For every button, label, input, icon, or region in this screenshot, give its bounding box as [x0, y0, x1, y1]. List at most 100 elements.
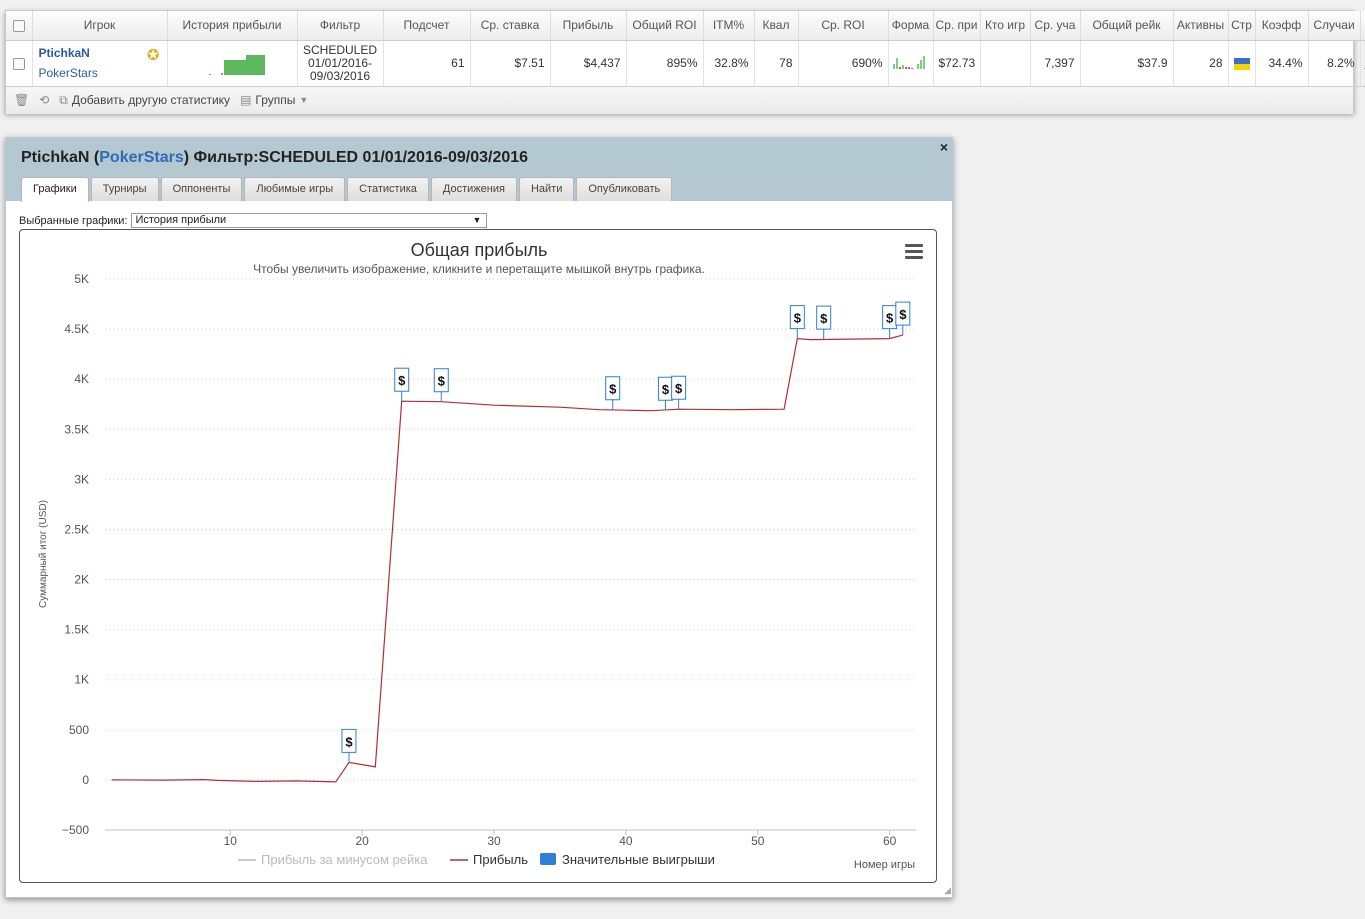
col-header-avg-stake[interactable]: Ср. ставка	[470, 11, 551, 41]
legend-item-big-wins[interactable]: Значительные выигрыши	[540, 852, 715, 867]
tab-opponents[interactable]: Оппоненты	[160, 177, 243, 201]
col-header-who-plays[interactable]: Кто игр	[980, 11, 1031, 41]
avg-entrants-value: 7,397	[1030, 40, 1081, 87]
y-tick-label: −500	[62, 823, 89, 837]
big-win-flag-label: $	[794, 311, 802, 326]
x-tick-label: 10	[224, 834, 238, 848]
big-win-flag-label: $	[886, 311, 894, 326]
y-tick-label: 1.5K	[64, 623, 89, 637]
y-axis-label: Суммарный итог (USD)	[38, 500, 49, 608]
tab-publish[interactable]: Опубликовать	[576, 177, 673, 201]
trash-icon[interactable]: 🗑	[14, 93, 29, 107]
remove-row-link[interactable]: x	[1360, 40, 1365, 87]
country-cell	[1228, 40, 1256, 87]
player-name-link[interactable]: PtichkaN	[39, 46, 90, 60]
row-checkbox[interactable]	[6, 40, 33, 87]
big-win-flag[interactable]: $	[671, 375, 687, 410]
chart-menu-button[interactable]	[900, 240, 926, 262]
total-roi-value: 895%	[626, 40, 704, 87]
col-header-country[interactable]: Стр	[1228, 11, 1256, 41]
chart-grid	[105, 278, 916, 831]
y-tick-label: 5K	[74, 272, 89, 286]
table-header-row: Игрок История прибыли Фильтр Подсчет Ср.…	[6, 11, 1365, 41]
col-header-coeff[interactable]: Коэфф	[1255, 11, 1309, 41]
col-header-total-rake[interactable]: Общий рейк	[1080, 11, 1174, 41]
refresh-icon[interactable]: ⟲	[39, 93, 49, 107]
chart-subtitle: Чтобы увеличить изображение, кликните и …	[253, 262, 705, 276]
series-line-profit[interactable]	[111, 334, 903, 783]
stats-panel: Игрок История прибыли Фильтр Подсчет Ср.…	[5, 10, 1365, 114]
count-value: 61	[383, 40, 471, 87]
tab-favorite-games[interactable]: Любимые игры	[244, 177, 346, 201]
avg-stake-value: $7.51	[470, 40, 551, 87]
chart-select-value: История прибыли	[135, 214, 227, 226]
y-tick-label: 2K	[74, 573, 89, 587]
col-header-player[interactable]: Игрок	[32, 11, 168, 41]
active-value: 28	[1173, 40, 1229, 87]
tab-tournaments[interactable]: Турниры	[90, 177, 159, 201]
big-win-flag[interactable]: $	[394, 367, 410, 402]
big-win-flag[interactable]: $	[816, 305, 832, 340]
chevron-down-icon: ▼	[472, 215, 482, 225]
form-sparkline[interactable]	[888, 40, 934, 87]
groups-dropdown[interactable]: ▤ Группы ▼	[240, 93, 308, 107]
col-header-avg-entrants[interactable]: Ср. уча	[1030, 11, 1081, 41]
col-header-profit-history[interactable]: История прибыли	[167, 11, 298, 41]
col-header-filter[interactable]: Фильтр	[297, 11, 384, 41]
big-win-flag[interactable]: $	[882, 305, 898, 339]
col-header-itm[interactable]: ITM%	[703, 11, 755, 41]
col-header-cases[interactable]: Случаи	[1308, 11, 1361, 41]
legend-item-net-profit[interactable]: Прибыль за минусом рейка	[238, 852, 428, 867]
big-win-flag[interactable]: $	[789, 305, 805, 339]
col-header-avg-roi[interactable]: Ср. ROI	[798, 11, 889, 41]
y-tick-label: 4.5K	[64, 322, 89, 336]
big-win-flag[interactable]: $	[341, 728, 357, 763]
legend-label-big-wins: Значительные выигрыши	[562, 852, 715, 867]
col-header-active[interactable]: Активны	[1173, 11, 1229, 41]
big-win-flag-label: $	[345, 734, 353, 749]
x-tick-label: 30	[487, 834, 501, 848]
legend-label-profit: Прибыль	[473, 852, 528, 867]
y-tick-label: 2.5K	[64, 522, 89, 536]
tab-achievements[interactable]: Достижения	[430, 177, 517, 201]
cases-value: 8.2%	[1308, 40, 1361, 87]
big-win-flag-label: $	[899, 307, 907, 322]
panel-title-site-link[interactable]: PokerStars	[99, 149, 184, 166]
player-site-link[interactable]: PokerStars	[39, 66, 98, 80]
chart-title: Общая прибыль	[411, 240, 548, 260]
chart-select-row: Выбранные графики: История прибыли ▼	[19, 213, 488, 228]
col-header-qual[interactable]: Квал	[754, 11, 799, 41]
itm-value: 32.8%	[703, 40, 755, 87]
close-icon[interactable]: ×	[940, 139, 948, 155]
who-plays-value	[980, 40, 1031, 87]
tab-charts[interactable]: Графики	[21, 177, 89, 202]
coeff-value: 34.4%	[1255, 40, 1309, 87]
add-stat-button[interactable]: ⧉ Добавить другую статистику	[59, 93, 230, 108]
big-win-flag[interactable]: $	[433, 368, 449, 402]
big-win-flag[interactable]: $	[605, 376, 621, 410]
groups-label: Группы	[255, 93, 296, 107]
col-header-form[interactable]: Форма	[888, 11, 934, 41]
profit-history-sparkline[interactable]	[167, 40, 298, 87]
y-tick-label: 3K	[74, 472, 89, 486]
chart-select-dropdown[interactable]: История прибыли ▼	[131, 213, 488, 228]
col-header-count[interactable]: Подсчет	[383, 11, 471, 41]
resize-handle[interactable]: ◢	[944, 885, 951, 896]
big-wins-markers: $ $ $ $ $ $ $ $ $ $	[341, 301, 911, 763]
table-row: PtichkaN PokerStars ✪ SCHEDULED 01/01/20…	[6, 40, 1365, 87]
tab-statistics[interactable]: Статистика	[347, 177, 429, 201]
profit-chart[interactable]: −500 0 500 1K 1.5K 2K 2.5K 3K 3.5K 4K 4.5K 5K 10 20 3…	[20, 230, 936, 882]
chart-container[interactable]: −500 0 500 1K 1.5K 2K 2.5K 3K 3.5K 4K 4.5K 5K 10 20 3…	[19, 229, 937, 883]
big-win-flag[interactable]: $	[657, 376, 673, 411]
tab-find[interactable]: Найти	[518, 177, 575, 201]
select-all-checkbox[interactable]	[6, 11, 33, 41]
legend-item-profit[interactable]: Прибыль	[450, 852, 528, 867]
panel-title-filter: Фильтр:SCHEDULED 01/01/2016-09/03/2016	[189, 149, 529, 166]
col-header-total-roi[interactable]: Общий ROI	[626, 11, 704, 41]
add-window-icon: ⧉	[59, 92, 68, 107]
big-win-flag[interactable]: $	[895, 301, 911, 336]
y-tick-label: 1K	[74, 673, 89, 687]
profit-value: $4,437	[550, 40, 627, 87]
col-header-profit[interactable]: Прибыль	[550, 11, 627, 41]
col-header-avg-prize[interactable]: Ср. при	[933, 11, 981, 41]
